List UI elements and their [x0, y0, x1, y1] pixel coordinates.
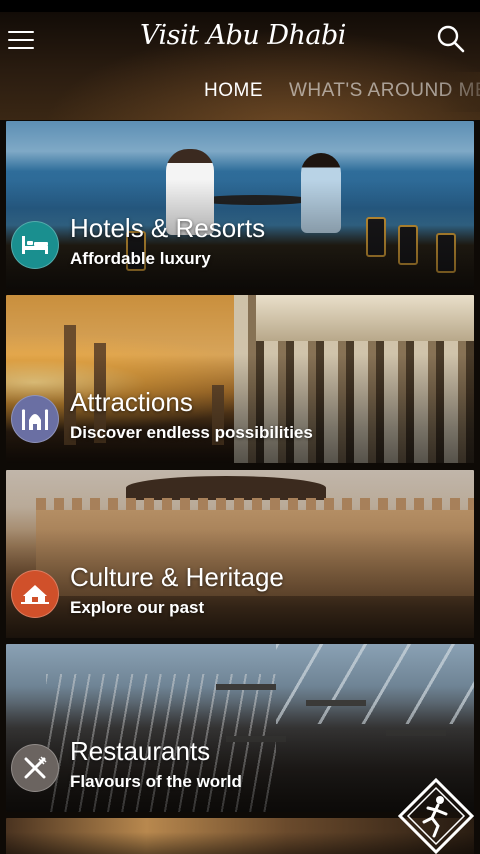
bed-icon [11, 221, 59, 269]
tab-fade [440, 72, 480, 112]
card-title: Hotels & Resorts [70, 213, 266, 243]
app-logo: Visit Abu Dhabi [140, 20, 346, 51]
card-subtitle: Affordable luxury [70, 249, 211, 268]
category-card-hotels[interactable]: Hotels & Resorts Affordable luxury [6, 121, 474, 289]
heritage-tent-icon [11, 570, 59, 618]
card-title: Restaurants [70, 736, 211, 766]
card-title: Culture & Heritage [70, 562, 284, 592]
tab-home[interactable]: HOME [204, 80, 263, 102]
tab-bar: HOME WHAT'S AROUND ME [204, 80, 480, 110]
category-card-culture[interactable]: Culture & Heritage Explore our past [6, 470, 474, 638]
category-card-attractions[interactable]: Attractions Discover endless possibiliti… [6, 295, 474, 463]
runner-badge-icon[interactable] [397, 777, 475, 854]
hamburger-menu-icon[interactable] [8, 28, 36, 50]
app-header: Visit Abu Dhabi HOME WHAT'S AROUND ME [0, 12, 480, 120]
search-icon[interactable] [436, 24, 466, 54]
card-subtitle: Flavours of the world [70, 772, 242, 791]
card-title: Attractions [70, 387, 193, 417]
status-bar [0, 0, 480, 12]
card-subtitle: Discover endless possibilities [70, 423, 313, 442]
fork-knife-icon [11, 744, 59, 792]
mosque-icon [11, 395, 59, 443]
card-subtitle: Explore our past [70, 598, 205, 617]
